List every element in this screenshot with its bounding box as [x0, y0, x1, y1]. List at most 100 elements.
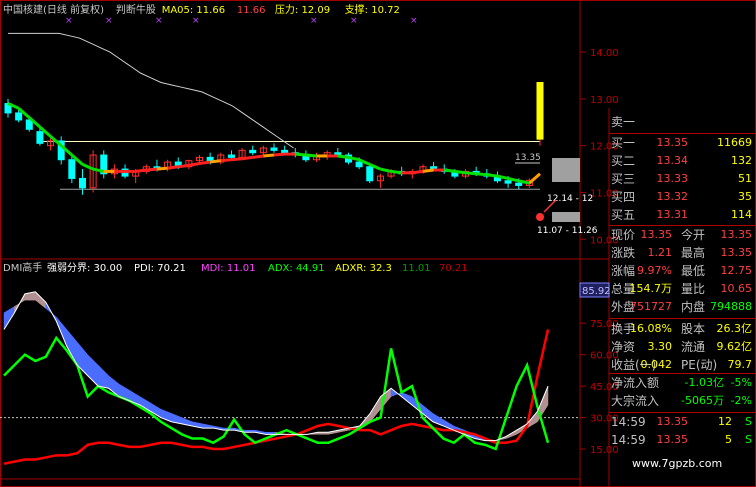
sell-label: 卖一	[611, 115, 636, 129]
ma-segment	[188, 161, 200, 167]
bid-volume: 132	[731, 154, 752, 167]
stat-label-2: PE(动)	[681, 358, 718, 372]
candle-body	[504, 180, 512, 184]
bid-row: 买五 13.31 114	[609, 206, 754, 224]
stat-row: 涨幅 9.97% 最低 12.75	[609, 262, 754, 280]
bid-row: 买四 13.32 35	[609, 188, 754, 206]
bid-price: 13.32	[656, 190, 689, 203]
stat-label: 涨跌	[611, 246, 636, 260]
quote-panel: 卖一 买一 13.35 11669 买二 13.34 132 买三 13.33 51 买四 13.32…	[609, 108, 756, 487]
top-legend-item: 支撑: 10.72	[345, 3, 400, 16]
tick-row: 14:59 13.35 12 S	[609, 413, 754, 431]
signal-marker: ×	[410, 16, 418, 26]
flow-row: 大宗流入 -5065万 -2%	[609, 392, 754, 410]
flow-label: 大宗流入	[611, 394, 660, 408]
candle-body	[249, 149, 257, 154]
bid-row: 买三 13.33 51	[609, 170, 754, 188]
stat-label-2: 流通	[681, 340, 706, 354]
bid-volume: 11669	[717, 136, 752, 149]
ma-segment	[252, 154, 264, 159]
ma-segment	[167, 165, 179, 170]
flow-label: 净流入额	[611, 376, 660, 390]
bid-price: 13.34	[656, 154, 689, 167]
signal-marker: ×	[105, 16, 113, 26]
ma-segment	[337, 154, 349, 159]
ma-segment	[81, 163, 94, 171]
indicator-legend-item: ADX: 44.91	[268, 263, 325, 274]
stat-value-2: 12.75	[720, 264, 753, 277]
price-tick-label: 14.00	[590, 48, 619, 59]
signal-marker: ×	[192, 16, 200, 26]
top-legend-item: 判断牛股	[116, 3, 156, 16]
ma-segment	[146, 167, 158, 172]
tick-price: 13.35	[656, 415, 689, 428]
ma-segment	[135, 168, 147, 173]
top-legend-item: 中国核建(日线 前复权)	[3, 3, 104, 16]
stat-value: 154.7万	[629, 282, 673, 295]
ma-segment	[528, 172, 541, 185]
stat-value-2: 9.62亿	[716, 340, 753, 353]
candle-body	[36, 131, 44, 144]
stat-row: 总量 154.7万 量比 10.65	[609, 280, 754, 298]
stat-value-2: 26.3亿	[716, 322, 753, 335]
tick-side: S	[745, 415, 752, 428]
ma-segment	[444, 168, 456, 173]
candle-body	[270, 147, 278, 151]
flow-pct: -5%	[730, 376, 752, 389]
tick-volume: 5	[725, 433, 732, 446]
indicator-legend-item: 强弱分界: 30.00	[47, 262, 122, 274]
bid-volume: 114	[731, 208, 752, 221]
stat-value: 16.08%	[630, 322, 672, 335]
bid-price: 13.33	[656, 172, 689, 185]
bid-label: 买三	[611, 172, 636, 186]
ma-segment	[231, 157, 243, 162]
stat-value-2: 10.65	[720, 282, 753, 295]
top-legend-item: MA05: 11.66	[162, 5, 225, 16]
ma-segment	[263, 153, 275, 158]
flow-value: -1.03亿	[684, 376, 724, 389]
stat-label-2: 量比	[681, 282, 706, 296]
flow-value: -5065万	[681, 394, 724, 407]
stat-value: 1.21	[647, 246, 673, 259]
last-price-label: 13.35	[515, 153, 541, 163]
bid-price: 13.31	[656, 208, 689, 221]
series-pdi	[3, 329, 550, 465]
signal-marker: ×	[155, 16, 163, 26]
stat-value-2: 13.35	[720, 228, 753, 241]
ma-segment	[156, 166, 168, 171]
price-tick-label: 13.00	[590, 95, 619, 106]
stat-value-2: 79.7	[727, 358, 753, 371]
ma-segment	[241, 155, 253, 161]
stat-value-2: 794888	[710, 300, 752, 313]
stat-value: 3.30	[647, 340, 673, 353]
indicator-legend-item: 70.21	[439, 263, 468, 274]
flow-row: 净流入额 -1.03亿 -5%	[609, 374, 754, 392]
top-legend-item: 压力: 12.09	[275, 3, 330, 16]
signal-marker: ×	[310, 16, 318, 26]
tick-side: S	[745, 433, 752, 446]
adx-band	[202, 423, 214, 429]
ma-segment	[178, 163, 190, 169]
stat-label-2: 最低	[681, 264, 706, 278]
ma-segment	[390, 169, 402, 175]
bid-label: 买五	[611, 208, 636, 222]
gray-zone-lower	[552, 212, 580, 222]
bid-price: 13.35	[656, 136, 689, 149]
stat-value: 0.042	[640, 358, 673, 371]
ma-segment	[305, 153, 317, 158]
indicator-legend-item: 11.01	[402, 263, 431, 274]
stat-value: 13.35	[640, 228, 673, 241]
candle-body	[15, 112, 23, 121]
candle-body	[515, 182, 523, 186]
gray-zone-upper	[552, 158, 580, 182]
ma-segment	[199, 160, 211, 165]
stat-label: 净资	[611, 340, 636, 354]
adx-band	[97, 364, 109, 389]
candle-body	[227, 154, 235, 158]
candle-body	[281, 149, 289, 154]
stat-row: 净资 3.30 流通 9.62亿	[609, 338, 754, 356]
stat-label-2: 最高	[681, 246, 706, 260]
sell-row: 卖一	[609, 113, 754, 131]
ma-segment	[273, 152, 285, 157]
panel-separator	[609, 318, 756, 319]
